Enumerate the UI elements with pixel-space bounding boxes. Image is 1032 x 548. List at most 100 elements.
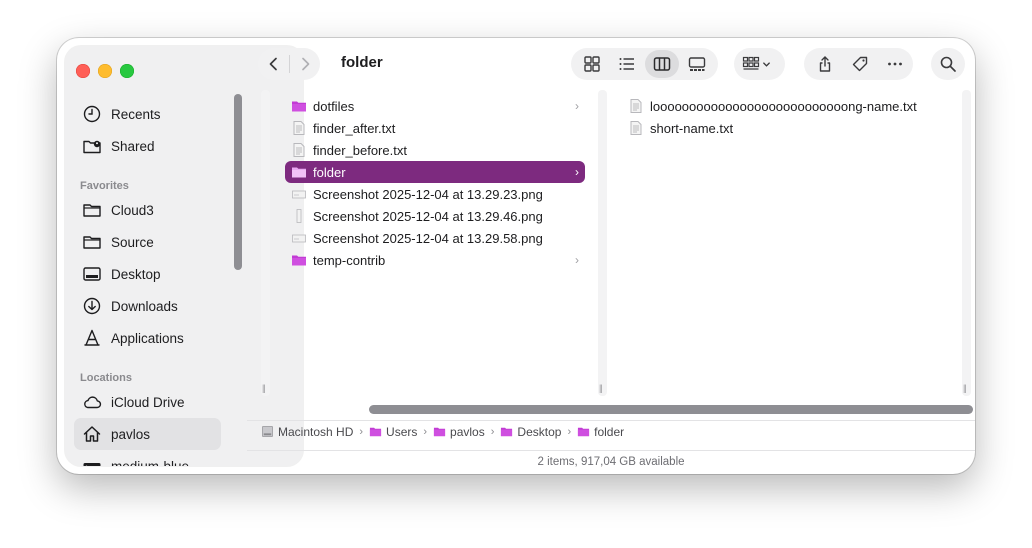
sidebar-item-desktop[interactable]: Desktop [74, 258, 221, 290]
navigation-group [258, 48, 320, 80]
folder-icon [501, 427, 513, 437]
text-file-icon [291, 142, 307, 158]
applications-icon [81, 327, 103, 349]
item-label: folder [313, 164, 346, 180]
list-item[interactable]: short-name.txt [622, 117, 942, 139]
view-mode-group [571, 48, 718, 80]
close-window-button[interactable] [76, 64, 90, 78]
list-item[interactable]: Screenshot 2025-12-04 at 13.29.23.png [285, 183, 585, 205]
column-view-button[interactable] [645, 50, 679, 78]
share-icon [819, 56, 831, 72]
folder-icon [81, 231, 103, 253]
search-icon [940, 56, 956, 72]
item-label: temp-contrib [313, 252, 386, 268]
sidebar-item-source[interactable]: Source [74, 226, 221, 258]
list-item[interactable]: Screenshot 2025-12-04 at 13.29.46.png [285, 205, 585, 227]
sidebar-scrollbar[interactable] [234, 94, 242, 270]
status-text: 2 items, 917,04 GB available [537, 455, 685, 468]
sidebar-item-cloud3[interactable]: Cloud3 [74, 194, 221, 226]
minimize-window-button[interactable] [98, 64, 112, 78]
back-button[interactable] [258, 48, 289, 80]
forward-button[interactable] [290, 48, 320, 80]
home-icon [81, 423, 103, 445]
zoom-window-button[interactable] [120, 64, 134, 78]
desktop-icon [81, 263, 103, 285]
list-item-selected[interactable]: folder › [285, 161, 585, 183]
chevron-right-icon: › [575, 165, 579, 179]
grid-icon [584, 56, 600, 72]
share-button[interactable] [808, 48, 842, 80]
search-button[interactable] [931, 48, 965, 80]
sidebar-item-applications[interactable]: Applications [74, 322, 221, 354]
path-segment-macintosh-hd[interactable]: Macintosh HD [261, 425, 353, 439]
sidebar-item-label: Downloads [111, 298, 178, 314]
folder-icon [291, 164, 307, 180]
path-bar: Macintosh HD › Users › pavlos › Desktop … [247, 420, 975, 442]
path-segment-pavlos[interactable]: pavlos [433, 425, 485, 439]
tags-button[interactable] [842, 48, 878, 80]
path-segment-label: Desktop [517, 424, 562, 439]
window-title: folder [341, 54, 383, 71]
sidebar-item-label: iCloud Drive [111, 394, 185, 410]
clock-icon [81, 103, 103, 125]
folder-icon [291, 252, 307, 268]
column-resize-handle[interactable]: || [262, 383, 266, 393]
chevron-right-icon: › [575, 99, 579, 113]
gallery-view-button[interactable] [679, 48, 715, 80]
list-item[interactable]: finder_before.txt [285, 139, 585, 161]
folder-icon [433, 427, 446, 437]
chevron-right-icon: › [575, 253, 579, 267]
folder-icon [81, 199, 103, 221]
item-label: finder_before.txt [313, 142, 407, 158]
ellipsis-icon [888, 62, 902, 66]
download-icon [81, 295, 103, 317]
disk-icon [262, 426, 273, 437]
list-item[interactable]: temp-contrib › [285, 249, 585, 271]
path-segment-label: Users [386, 424, 418, 439]
drive-icon [81, 455, 103, 466]
image-file-icon [291, 186, 307, 202]
text-file-icon [628, 120, 644, 136]
column-resize-handle[interactable]: || [599, 383, 603, 393]
favorites-heading: Favorites [80, 180, 129, 192]
list-item[interactable]: Screenshot 2025-12-04 at 13.29.58.png [285, 227, 585, 249]
column-left-gutter [261, 90, 270, 396]
list-item[interactable]: finder_after.txt [285, 117, 585, 139]
gallery-icon [688, 57, 706, 71]
chevron-down-icon [763, 61, 770, 67]
sidebar-item-icloud-drive[interactable]: iCloud Drive [74, 386, 221, 418]
path-separator: › [567, 425, 572, 438]
path-segment-users[interactable]: Users [369, 425, 417, 439]
icon-view-button[interactable] [575, 48, 609, 80]
sidebar-item-pavlos[interactable]: pavlos [74, 418, 221, 450]
list-item[interactable]: looooooooooooooooooooooooooong-name.txt [622, 95, 942, 117]
more-actions-button[interactable] [878, 48, 912, 80]
sidebar-item-shared[interactable]: Shared [74, 130, 221, 162]
group-by-button[interactable] [734, 48, 785, 80]
item-label: Screenshot 2025-12-04 at 13.29.58.png [313, 230, 543, 246]
sidebar-item-downloads[interactable]: Downloads [74, 290, 221, 322]
column-resize-handle[interactable]: || [963, 383, 967, 393]
column-right-gutter [962, 90, 971, 396]
columns-icon [653, 57, 671, 71]
sidebar-item-label: Recents [111, 106, 161, 122]
list-icon [619, 58, 634, 70]
horizontal-scrollbar-thumb[interactable] [369, 405, 973, 414]
text-file-icon [628, 98, 644, 114]
sidebar-item-medium-blue[interactable]: medium-blue [74, 450, 221, 466]
folder-icon [369, 427, 382, 437]
sidebar-item-label: Cloud3 [111, 202, 154, 218]
sidebar-item-label: medium-blue [111, 458, 190, 467]
path-segment-desktop[interactable]: Desktop [500, 425, 561, 439]
chevron-left-icon [269, 57, 277, 71]
sidebar-item-recents[interactable]: Recents [74, 98, 221, 130]
path-separator: › [423, 425, 428, 438]
list-view-button[interactable] [609, 48, 645, 80]
path-segment-label: folder [594, 424, 625, 439]
list-item[interactable]: dotfiles › [285, 95, 585, 117]
chevron-right-icon [302, 57, 310, 71]
path-separator: › [359, 425, 364, 438]
item-label: short-name.txt [650, 120, 734, 136]
path-segment-folder[interactable]: folder [577, 425, 624, 439]
tag-icon [852, 56, 868, 72]
